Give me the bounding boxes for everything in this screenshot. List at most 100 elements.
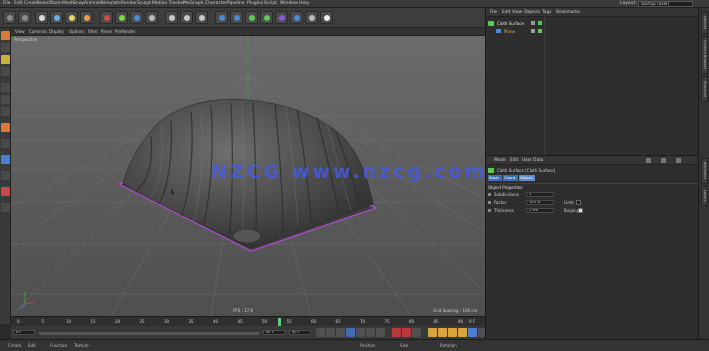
key-position-icon[interactable] xyxy=(428,328,437,337)
quantize-icon[interactable] xyxy=(1,171,10,180)
menu-item-14[interactable]: Pipeline xyxy=(227,1,245,6)
viewport-menu-item-4[interactable]: Filter xyxy=(88,29,98,34)
playhead[interactable] xyxy=(278,318,281,326)
record-icon[interactable] xyxy=(392,328,401,337)
animate-dot-icon[interactable] xyxy=(488,209,491,212)
material-menu-item-0[interactable]: Create xyxy=(8,343,21,348)
array-icon[interactable] xyxy=(260,11,273,24)
viewport-menu-item-5[interactable]: Panel xyxy=(101,29,112,34)
bulging-checkbox[interactable] xyxy=(578,208,583,213)
thickness-field[interactable]: 2 cm xyxy=(526,208,554,213)
menu-item-16[interactable]: Script xyxy=(264,1,277,6)
objects-menu-item-5[interactable]: Bookmarks xyxy=(556,10,580,15)
go-to-start-icon[interactable] xyxy=(316,328,325,337)
model-mode-icon[interactable] xyxy=(1,43,10,52)
attributes-menu-item-0[interactable]: Mode xyxy=(494,158,506,163)
points-mode-icon[interactable] xyxy=(1,83,10,92)
move-tool-icon[interactable] xyxy=(50,11,63,24)
back-arrow-icon[interactable] xyxy=(646,158,651,163)
menu-item-9[interactable]: Render xyxy=(121,1,137,6)
polygons-mode-icon[interactable] xyxy=(1,107,10,116)
key-rotation-icon[interactable] xyxy=(448,328,457,337)
edges-mode-icon[interactable] xyxy=(1,95,10,104)
timeline-ruler[interactable]: 0 F 0 5 10 15 20 25 30 35 40 45 50 55 60 65 70 75 80 85 90 xyxy=(11,316,485,326)
3d-viewport[interactable]: Perspective FPS : 17.6 Grid Spacing : 10… xyxy=(11,36,485,316)
enabled-check-icon[interactable] xyxy=(538,29,542,33)
workplane-icon[interactable] xyxy=(1,67,10,76)
keyframe-selection-icon[interactable] xyxy=(412,328,421,337)
coordinate-system-icon[interactable] xyxy=(145,11,158,24)
viewport-menu-item-2[interactable]: Display xyxy=(49,29,64,34)
menu-item-15[interactable]: Plugins xyxy=(247,1,263,6)
previous-frame-icon[interactable] xyxy=(336,328,345,337)
subdivisions-field[interactable]: 1 xyxy=(526,192,554,197)
enabled-check-icon[interactable] xyxy=(538,21,542,25)
start-frame-field[interactable]: 0 F xyxy=(13,330,35,335)
object-item-cloth-surface[interactable]: Cloth Surface xyxy=(497,21,524,26)
animate-dot-icon[interactable] xyxy=(488,193,491,196)
texture-mode-icon[interactable] xyxy=(1,55,10,64)
side-tab-layers[interactable]: Layers xyxy=(701,186,708,206)
viewport-menu-item-1[interactable]: Cameras xyxy=(29,29,47,34)
lock-workplane-icon[interactable] xyxy=(1,187,10,196)
menu-item-18[interactable]: Help xyxy=(299,1,309,6)
objects-menu-item-1[interactable]: Edit xyxy=(502,10,510,15)
viewport-menu-item-6[interactable]: ProRender xyxy=(115,29,136,34)
render-picture-viewer-icon[interactable] xyxy=(180,11,193,24)
tab-object[interactable]: Object xyxy=(519,175,535,181)
objects-menu-item-0[interactable]: File xyxy=(490,10,497,15)
deformer-bend-icon[interactable] xyxy=(275,11,288,24)
autokey-icon[interactable] xyxy=(402,328,411,337)
viewport-menu-item-3[interactable]: Options xyxy=(69,29,84,34)
pen-spline-icon[interactable] xyxy=(230,11,243,24)
key-pla-icon[interactable] xyxy=(468,328,477,337)
play-icon[interactable] xyxy=(346,328,355,337)
cube-icon[interactable] xyxy=(215,11,228,24)
visibility-dot-icon[interactable] xyxy=(531,21,535,25)
planar-workplane-icon[interactable] xyxy=(1,203,10,212)
next-key-icon[interactable] xyxy=(366,328,375,337)
side-tab-content-browser[interactable]: Content Browser xyxy=(701,36,708,74)
rotate-tool-icon[interactable] xyxy=(80,11,93,24)
camera-icon[interactable] xyxy=(305,11,318,24)
menu-item-3[interactable]: Select xyxy=(37,1,51,6)
redo-icon[interactable] xyxy=(18,11,31,24)
scale-tool-icon[interactable] xyxy=(65,11,78,24)
menu-item-11[interactable]: Motion Tracker xyxy=(152,1,185,6)
render-view-icon[interactable] xyxy=(165,11,178,24)
attributes-menu-item-1[interactable]: Edit xyxy=(510,158,518,163)
undo-icon[interactable] xyxy=(3,11,16,24)
next-frame-icon[interactable] xyxy=(356,328,365,337)
side-tab-attributes[interactable]: Attributes xyxy=(701,158,708,184)
end-frame-field[interactable]: 90 F xyxy=(263,330,285,335)
menu-item-12[interactable]: MoGraph xyxy=(183,1,203,6)
tweak-mode-icon[interactable] xyxy=(1,139,10,148)
live-selection-icon[interactable] xyxy=(35,11,48,24)
visibility-dot-icon[interactable] xyxy=(531,29,535,33)
snap-icon[interactable] xyxy=(1,155,10,164)
viewport-menu-item-0[interactable]: View xyxy=(15,29,25,34)
lock-icon[interactable] xyxy=(661,158,666,163)
enable-axis-icon[interactable] xyxy=(1,123,10,132)
key-scale-icon[interactable] xyxy=(438,328,447,337)
new-window-icon[interactable] xyxy=(676,158,681,163)
menu-item-0[interactable]: File xyxy=(3,1,11,6)
menu-item-6[interactable]: Snap xyxy=(73,1,84,6)
max-frame-field[interactable]: 90 F xyxy=(289,330,311,335)
z-axis-icon[interactable] xyxy=(130,11,143,24)
menu-item-10[interactable]: Sculpt xyxy=(137,1,151,6)
attributes-menu-item-2[interactable]: User Data xyxy=(522,158,543,163)
layout-dropdown[interactable]: Startup (User) xyxy=(638,1,693,7)
x-axis-icon[interactable] xyxy=(100,11,113,24)
floor-icon[interactable] xyxy=(290,11,303,24)
key-parameter-icon[interactable] xyxy=(458,328,467,337)
limit-checkbox[interactable] xyxy=(576,200,581,205)
go-to-end-icon[interactable] xyxy=(376,328,385,337)
material-menu-item-2[interactable]: Function xyxy=(50,343,67,348)
objects-menu-item-4[interactable]: Tags xyxy=(542,10,552,15)
menu-item-4[interactable]: Tools xyxy=(50,1,61,6)
material-menu-item-3[interactable]: Texture xyxy=(74,343,89,348)
light-icon[interactable] xyxy=(320,11,333,24)
object-item-plane[interactable]: Plane xyxy=(504,29,515,34)
side-tab-structure[interactable]: Structure xyxy=(701,76,708,102)
